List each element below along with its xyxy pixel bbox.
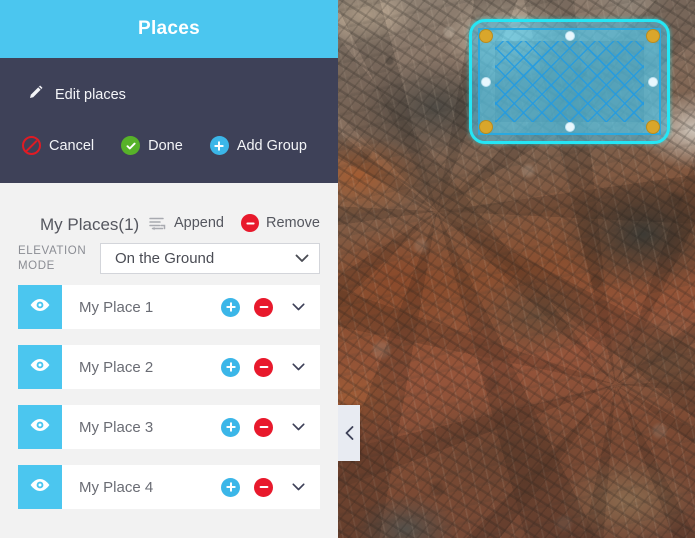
chevron-down-icon [295,250,309,267]
place-name: My Place 2 [79,358,154,376]
toolbar-actions: Cancel Done Add Group [0,136,338,155]
add-group-button[interactable]: Add Group [209,136,307,155]
visibility-toggle[interactable] [18,285,62,329]
elevation-mode-label: ELEVATION MODE [18,244,87,272]
handle-top-right[interactable] [646,29,660,43]
place-name: My Place 3 [79,418,154,436]
remove-button[interactable]: Remove [241,214,320,232]
edit-places-button[interactable]: Edit places [0,80,338,110]
append-button[interactable]: Append [148,215,224,231]
places-list-region: My Places(1) Append Remove ELEVATION MOD… [0,183,338,538]
visibility-toggle[interactable] [18,465,62,509]
row-actions [221,477,320,497]
eye-icon [29,418,51,437]
place-selection-box[interactable] [469,19,670,144]
eye-icon [29,358,51,377]
plus-circle-icon[interactable] [221,297,240,317]
handle-bottom-right[interactable] [646,120,660,134]
add-group-label: Add Group [236,137,307,154]
handle-top-left[interactable] [479,29,493,43]
edit-toolbar: Edit places Cancel Done Add Group [0,58,338,183]
elevation-mode-row: ELEVATION MODE On the Ground [18,243,320,274]
selection-hatch-fill [495,41,644,122]
visibility-toggle[interactable] [18,345,62,389]
append-arrow-icon [148,216,167,231]
page-title: Places [0,0,338,58]
pencil-icon [27,84,44,106]
minus-circle-icon[interactable] [254,357,273,377]
elevation-mode-value: On the Ground [115,250,215,267]
cancel-label: Cancel [49,137,95,154]
list-item-3[interactable]: My Place 3 [18,405,320,449]
visibility-toggle[interactable] [18,405,62,449]
chevron-down-icon[interactable] [290,423,306,431]
plus-circle-icon[interactable] [221,477,240,497]
chevron-down-icon[interactable] [290,303,306,311]
done-label: Done [148,137,183,154]
place-name: My Place 1 [79,298,154,316]
minus-circle-icon[interactable] [254,297,273,317]
satellite-map[interactable] [338,0,695,538]
handle-middle-right[interactable] [648,76,658,87]
place-name: My Place 4 [79,478,154,496]
plus-circle-icon [209,136,229,155]
eye-icon [29,298,51,317]
handle-top-center[interactable] [564,31,575,41]
elevation-mode-select[interactable]: On the Ground [100,243,320,274]
minus-circle-icon[interactable] [254,417,273,437]
list-header: My Places(1) Append Remove [18,183,320,235]
no-entry-icon [22,136,41,155]
edit-places-label: Edit places [55,87,126,103]
row-actions [221,357,320,377]
plus-circle-icon[interactable] [221,417,240,437]
remove-label: Remove [266,215,320,231]
append-label: Append [174,215,224,231]
handle-bottom-left[interactable] [479,120,493,134]
chevron-down-icon[interactable] [290,483,306,491]
list-item-1[interactable]: My Place 1 [18,285,320,329]
places-panel: Places Edit places Cancel Done Add Group… [0,0,338,538]
plus-circle-icon[interactable] [221,357,240,377]
row-actions [221,417,320,437]
list-item-2[interactable]: My Place 2 [18,345,320,389]
panel-collapse-button[interactable] [338,405,360,461]
cancel-button[interactable]: Cancel [22,136,94,155]
list-header-actions: Append Remove [148,214,320,235]
chevron-left-icon [345,426,354,440]
minus-circle-icon[interactable] [254,477,273,497]
handle-bottom-center[interactable] [564,122,575,132]
eye-icon [29,478,51,497]
application-window: Places Edit places Cancel Done Add Group… [0,0,695,538]
places-rows: My Place 1 My Place 2 My Place 3 My Plac… [18,285,320,509]
group-title: My Places(1) [40,215,140,234]
list-item-4[interactable]: My Place 4 [18,465,320,509]
row-actions [221,297,320,317]
done-button[interactable]: Done [121,136,183,155]
minus-circle-icon [241,214,259,232]
chevron-down-icon[interactable] [290,363,306,371]
handle-middle-left[interactable] [481,76,491,87]
check-circle-icon [121,136,141,155]
